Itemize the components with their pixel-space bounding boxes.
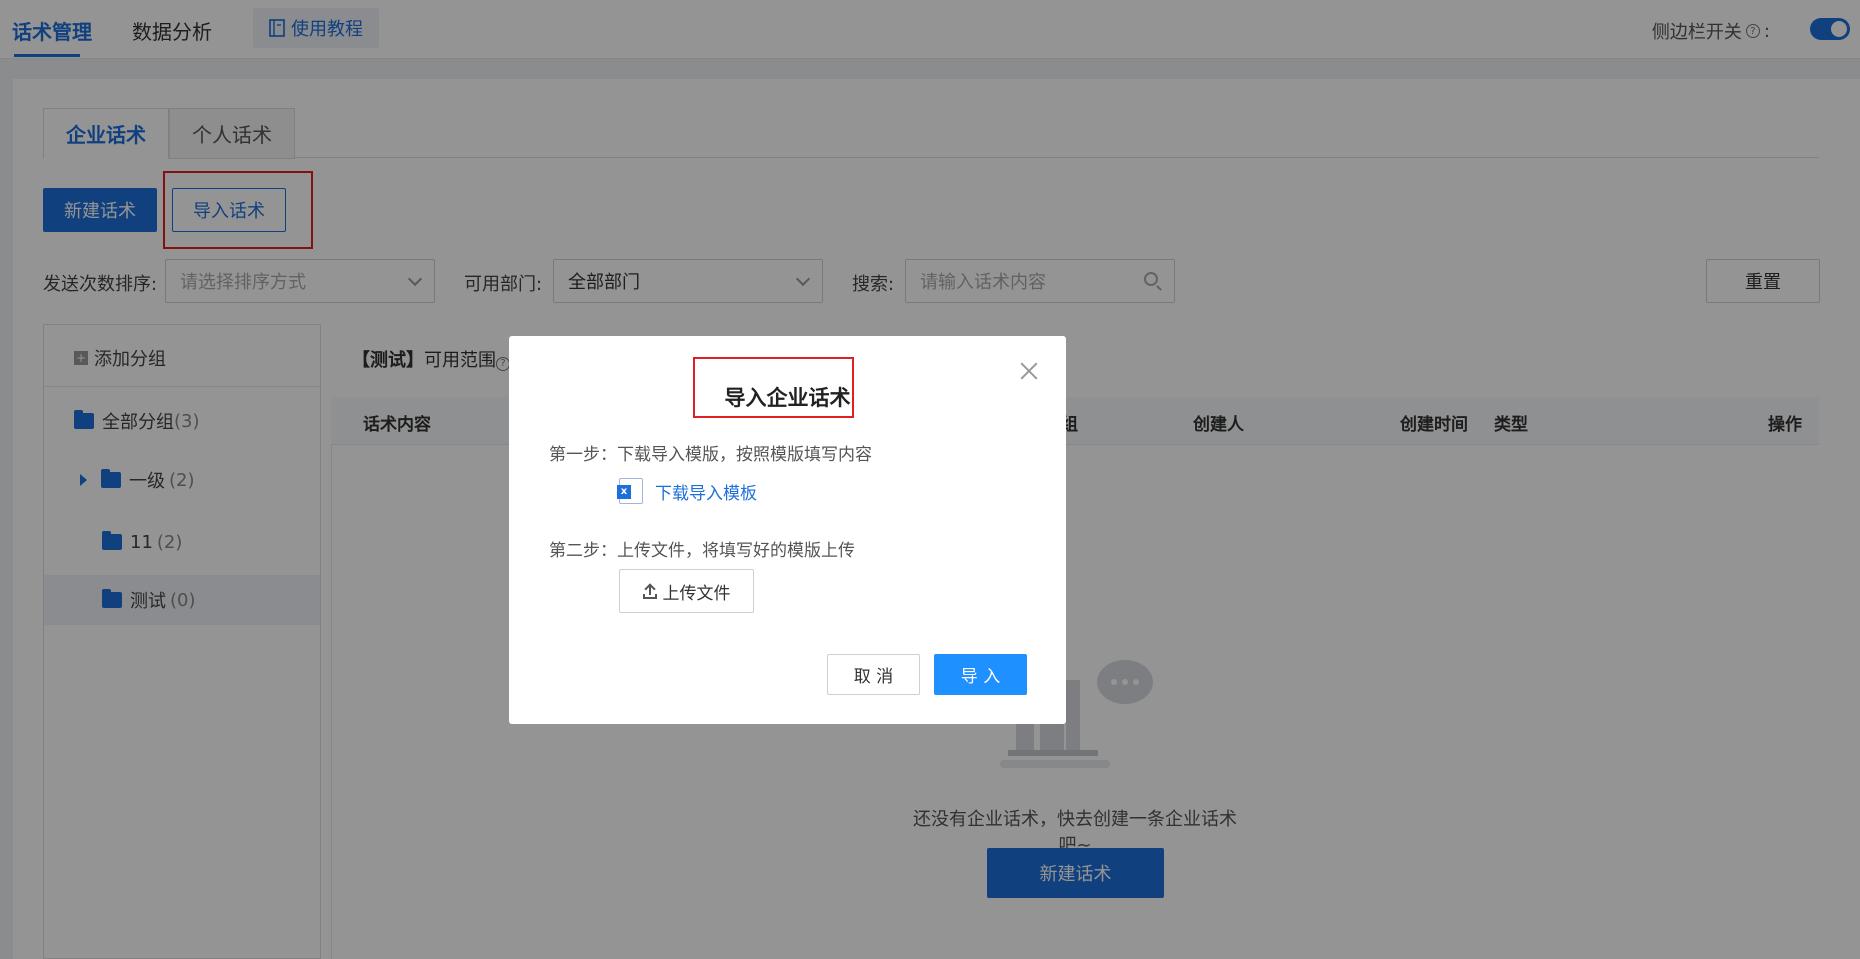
upload-icon bbox=[642, 583, 657, 599]
download-template-link[interactable]: x 下载导入模板 bbox=[617, 478, 757, 504]
upload-file-button[interactable]: 上传文件 bbox=[619, 569, 754, 613]
import-modal: 导入企业话术 第一步：下载导入模版，按照模版填写内容 x 下载导入模板 第二步：… bbox=[509, 336, 1066, 724]
download-template-label: 下载导入模板 bbox=[655, 483, 757, 504]
excel-icon: x bbox=[617, 478, 643, 504]
cancel-button[interactable]: 取 消 bbox=[827, 654, 920, 695]
step1-text: 第一步：下载导入模版，按照模版填写内容 bbox=[549, 445, 872, 465]
step2-text: 第二步：上传文件，将填写好的模版上传 bbox=[549, 541, 855, 561]
highlight-box-title bbox=[693, 357, 854, 418]
close-icon[interactable] bbox=[1020, 362, 1038, 380]
import-button[interactable]: 导 入 bbox=[934, 654, 1027, 695]
upload-file-label: 上传文件 bbox=[662, 583, 731, 604]
